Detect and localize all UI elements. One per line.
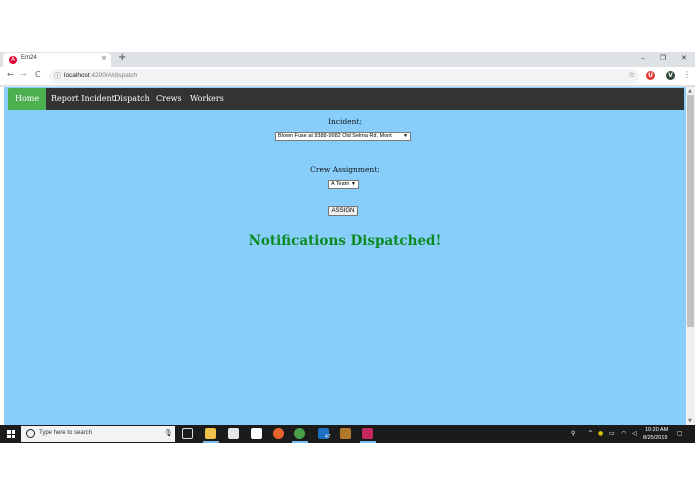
mail-icon[interactable]: [251, 428, 262, 439]
visual-studio-icon[interactable]: [362, 428, 373, 439]
profile-avatar-icon[interactable]: V: [666, 71, 675, 80]
restore-button[interactable]: ❐: [660, 54, 666, 62]
page-body: Home Report Incident Dispatch Crews Work…: [4, 87, 686, 425]
running-indicator: [360, 441, 376, 443]
scroll-thumb[interactable]: [687, 95, 694, 327]
assign-button[interactable]: ASSIGN: [328, 206, 358, 216]
file-explorer-icon[interactable]: [205, 428, 216, 439]
screen: A Em24 × + – ❐ ✕ ← → C ⓘ localhost:4200/…: [0, 52, 695, 443]
task-view-icon[interactable]: [182, 428, 193, 439]
incident-select[interactable]: Blown Fuse at 9388-9982 Old Selma Rd, Mo…: [275, 132, 411, 141]
chrome-icon[interactable]: [294, 428, 305, 439]
mail-count-badge: 47: [325, 434, 331, 440]
bookmark-star-icon[interactable]: ☆: [628, 70, 635, 79]
store-icon[interactable]: [228, 428, 239, 439]
running-indicator: [292, 441, 308, 443]
page-scrollbar[interactable]: ▲ ▼: [686, 87, 695, 425]
search-icon: [26, 429, 35, 438]
people-icon[interactable]: ⚲: [571, 430, 575, 437]
dropdown-arrow-icon: ▼: [351, 181, 356, 187]
close-window-button[interactable]: ✕: [681, 54, 687, 62]
search-placeholder: Type here to search: [39, 430, 93, 436]
scroll-down-icon[interactable]: ▼: [688, 418, 692, 424]
windows-taskbar: Type here to search 🎙 47 ⚲ ^ ● ▭ ◠ ◁ 10:…: [0, 425, 695, 443]
dropdown-arrow-icon: ▼: [403, 133, 408, 139]
angular-favicon-icon: A: [9, 56, 17, 64]
tab-close-icon[interactable]: ×: [101, 54, 107, 62]
running-indicator: [203, 441, 219, 443]
clock-time[interactable]: 10:20 AM: [645, 427, 668, 433]
extension-shield-icon[interactable]: U: [646, 71, 655, 80]
nav-workers[interactable]: Workers: [183, 88, 231, 110]
battery-icon[interactable]: ▭: [609, 430, 615, 437]
reload-icon[interactable]: C: [35, 70, 41, 79]
browser-tab-strip: A Em24 × + – ❐ ✕: [0, 52, 695, 67]
windows-start-icon[interactable]: [7, 430, 15, 438]
page-viewport: Home Report Incident Dispatch Crews Work…: [0, 87, 686, 425]
norton-icon[interactable]: ●: [598, 430, 603, 437]
crew-assignment-label: Crew Assignment:: [310, 165, 380, 174]
minimize-button[interactable]: –: [641, 54, 645, 62]
notification-message: Notifications Dispatched!: [248, 233, 442, 249]
scroll-up-icon[interactable]: ▲: [688, 88, 692, 94]
taskbar-search[interactable]: Type here to search 🎙: [21, 426, 175, 442]
firefox-icon[interactable]: [273, 428, 284, 439]
info-icon[interactable]: ⓘ: [54, 71, 61, 81]
url-text: localhost:4200/#/dispatch: [64, 72, 138, 79]
incident-label: Incident:: [327, 117, 362, 126]
microphone-icon[interactable]: 🎙: [164, 429, 173, 437]
incident-select-value: Blown Fuse at 9388-9982 Old Selma Rd, Mo…: [278, 133, 392, 139]
notifications-icon[interactable]: ▢: [677, 430, 683, 437]
back-icon[interactable]: ←: [7, 70, 14, 79]
browser-menu-icon[interactable]: ⋮: [683, 70, 691, 79]
tab-title: Em24: [21, 55, 37, 61]
new-tab-button[interactable]: +: [118, 52, 126, 63]
crew-select-value: A Team: [331, 181, 350, 187]
tray-chevron-icon[interactable]: ^: [588, 430, 593, 437]
browser-toolbar: ← → C ⓘ localhost:4200/#/dispatch ☆ U V …: [0, 67, 695, 86]
browser-tab[interactable]: A Em24 ×: [3, 53, 111, 67]
crew-select[interactable]: A Team ▼: [328, 180, 359, 189]
top-navbar: Home Report Incident Dispatch Crews Work…: [8, 88, 684, 110]
forward-icon[interactable]: →: [20, 70, 27, 79]
app-icon[interactable]: [340, 428, 351, 439]
clock-date[interactable]: 8/25/2019: [643, 435, 667, 441]
address-bar[interactable]: ⓘ localhost:4200/#/dispatch: [49, 69, 639, 84]
volume-icon[interactable]: ◁: [632, 430, 637, 437]
wifi-icon[interactable]: ◠: [621, 430, 626, 437]
nav-home[interactable]: Home: [8, 88, 47, 110]
